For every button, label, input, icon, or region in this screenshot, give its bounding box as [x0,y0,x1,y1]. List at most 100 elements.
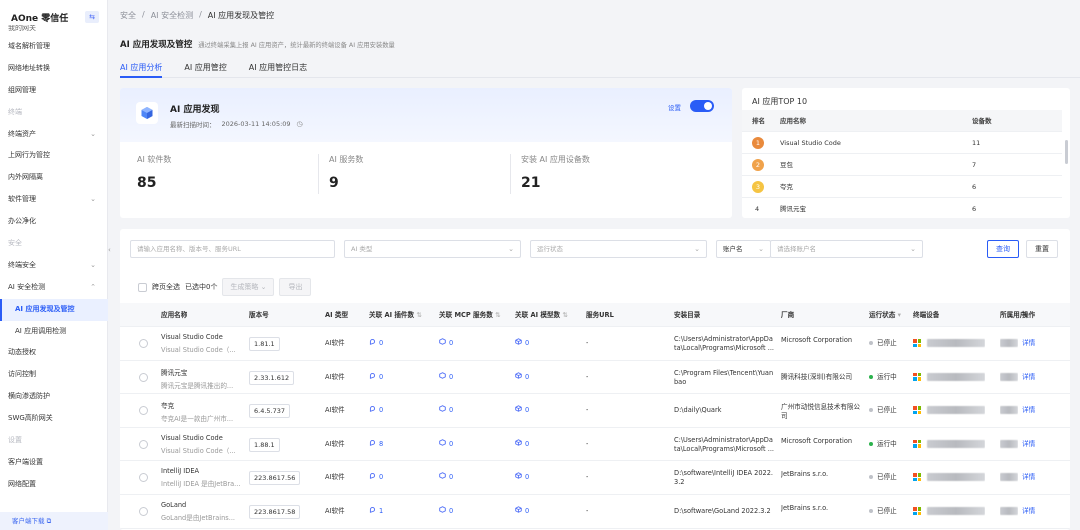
windows-icon [913,339,921,347]
details-link[interactable]: 详情 [1022,394,1035,428]
related-mcp-count[interactable]: 0 [439,461,453,495]
count-value: 8 [379,439,384,448]
col-run-status[interactable]: 运行状态 ▾ [869,303,901,327]
sidebar-item-18[interactable]: SWG高阶网关 [0,408,108,430]
sidebar-item-3[interactable]: 组网管理 [0,80,108,102]
related-models-count[interactable]: 0 [515,361,529,395]
owner-user [1000,428,1018,462]
details-link[interactable]: 详情 [1022,361,1035,395]
sidebar-item-1[interactable]: 域名解析管理 [0,36,108,58]
sidebar-edge-toggle-icon[interactable]: ‹ [108,245,114,255]
details-link[interactable]: 详情 [1022,327,1035,361]
generate-policy-button[interactable]: 生成策略 ⌄ [222,278,275,296]
related-plugins-count[interactable]: 0 [369,327,383,361]
related-plugins-count[interactable]: 0 [369,361,383,395]
terminal-device[interactable] [913,428,985,462]
related-plugins-count[interactable]: 0 [369,461,383,495]
top10-row[interactable]: 2 豆包 7 [742,154,1062,176]
row-checkbox[interactable] [139,406,148,416]
row-checkbox[interactable] [139,339,148,348]
tab-ai-app-control-log[interactable]: AI 应用管控日志 [249,56,307,77]
sidebar-item-5[interactable]: 终端资产 ⌄ [0,124,108,146]
breadcrumb-ai-security[interactable]: AI 安全检测 [151,10,193,21]
details-link[interactable]: 详情 [1022,495,1035,529]
details-link[interactable]: 详情 [1022,461,1035,495]
status-dot [869,475,873,480]
count-value: 0 [525,339,530,347]
tab-ai-app-control[interactable]: AI 应用管控 [184,56,226,77]
sidebar-item-2[interactable]: 网络地址转换 [0,58,108,80]
related-models-count[interactable]: 0 [515,495,529,529]
top10-row[interactable]: 3 夸克 6 [742,176,1062,198]
tab-ai-app-analysis[interactable]: AI 应用分析 [120,56,163,78]
related-plugins-count[interactable]: 1 [369,495,383,529]
sidebar-item-16[interactable]: 访问控制 [0,364,108,386]
col-plugins[interactable]: 关联 AI 插件数 ⇅ [369,303,422,327]
sidebar-item-label: 终端资产 [8,129,36,138]
ai-type-select[interactable]: AI 类型 ⌄ [344,240,521,258]
related-mcp-count[interactable]: 0 [439,327,453,361]
row-checkbox[interactable] [139,473,148,483]
sort-icon: ⇅ [495,311,501,319]
install-dir-line: 3.2 [674,478,685,487]
run-status-select[interactable]: 运行状态 ⌄ [530,240,707,258]
sidebar-item-8[interactable]: 软件管理 ⌄ [0,189,108,211]
related-models-count[interactable]: 0 [515,327,529,361]
discovery-settings-link[interactable]: 设置 [668,102,681,112]
related-models-count[interactable]: 0 [515,394,529,428]
sidebar-item-label: 上网行为管控 [8,151,50,160]
related-models-count[interactable]: 0 [515,461,529,495]
reset-button[interactable]: 重置 [1026,240,1058,258]
terminal-device[interactable] [913,327,985,361]
related-plugins-count[interactable]: 8 [369,428,383,462]
sidebar-item-20[interactable]: 客户端设置 [0,452,108,474]
top10-row[interactable]: 4 腾讯元宝 6 [742,198,1062,218]
terminal-device[interactable] [913,394,985,428]
col-models[interactable]: 关联 AI 模型数 ⇅ [515,303,568,327]
sidebar-item-7[interactable]: 内外网隔离 [0,167,108,189]
sidebar-item-15[interactable]: 动态授权 [0,342,108,364]
count-value: 0 [449,439,454,448]
sidebar-item-14[interactable]: AI 应用调用检测 [0,321,108,343]
sidebar-item-13[interactable]: AI 应用发现及管控 [0,298,108,321]
sidebar-item-9[interactable]: 办公净化 [0,211,108,233]
top10-scrollbar[interactable] [1065,140,1068,164]
row-checkbox[interactable] [139,507,148,516]
related-plugins-count[interactable]: 0 [369,394,383,428]
related-mcp-count[interactable]: 0 [439,361,453,395]
top10-row[interactable]: 1 Visual Studio Code 11 [742,132,1062,154]
client-download-link[interactable]: 客户端下载 ⧉ [0,512,108,530]
sidebar-item-12[interactable]: AI 安全检测 ⌃ [0,277,108,299]
query-button[interactable]: 查询 [987,240,1019,258]
col-mcp[interactable]: 关联 MCP 服务数 ⇅ [439,303,501,327]
select-all-checkbox[interactable] [138,282,147,292]
install-dir-line: bao [674,377,687,386]
collapse-sidebar-icon[interactable]: ⇆ [85,11,99,23]
export-button[interactable]: 导出 [279,278,312,296]
related-mcp-count[interactable]: 0 [439,428,453,462]
terminal-device[interactable] [913,495,985,529]
install-dir-line: D:\software\GoLand 2022.3.2 [674,507,771,515]
related-models-count[interactable]: 0 [515,428,529,462]
sidebar-item-11[interactable]: 终端安全 ⌄ [0,255,108,277]
sidebar-item-17[interactable]: 横向渗透防护 [0,386,108,408]
rank-badge: 3 [752,181,764,193]
count-value: 0 [525,406,530,415]
discovery-toggle-switch[interactable] [690,100,714,112]
row-checkbox[interactable] [139,372,148,382]
account-field-select[interactable]: 账户名 ⌄ [716,240,771,258]
sidebar-item-21[interactable]: 网络配置 [0,474,108,496]
sidebar-item-6[interactable]: 上网行为管控 [0,145,108,167]
terminal-device[interactable] [913,461,985,495]
details-link[interactable]: 详情 [1022,428,1035,462]
terminal-device[interactable] [913,361,985,395]
breadcrumb-security[interactable]: 安全 [120,10,136,21]
brand-name: AOne 零信任 [11,13,69,24]
sidebar-item-0[interactable]: 我的网关 [0,25,108,36]
related-mcp-count[interactable]: 0 [439,394,453,428]
search-input[interactable]: 请输入应用名称、版本号、服务URL [130,240,335,258]
row-checkbox[interactable] [139,439,148,449]
related-mcp-count[interactable]: 0 [439,495,453,529]
page-header: AI 应用发现及管控 通过终端采集上报 AI 应用资产，统计最新的终端设备 AI… [120,38,395,50]
account-select[interactable]: 请选择账户名 ⌄ [770,240,923,258]
